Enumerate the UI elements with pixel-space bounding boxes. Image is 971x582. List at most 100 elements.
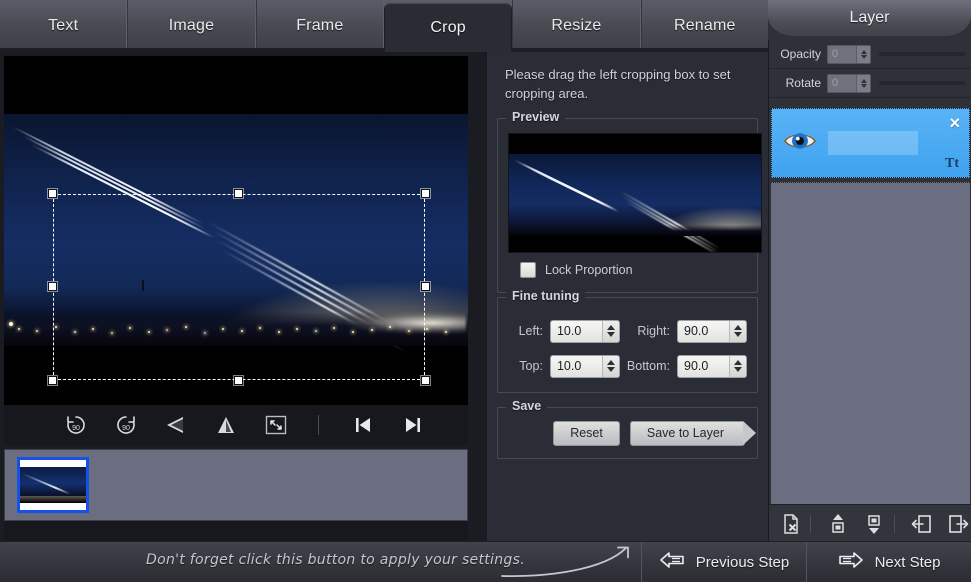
image-editor-window: Text Image Frame Crop Resize Rename Laye… bbox=[0, 0, 971, 582]
rotate-spinner-arrows[interactable] bbox=[856, 75, 870, 92]
preview-group: Preview Lock Proportion bbox=[497, 118, 758, 293]
previous-step-label: Previous Step bbox=[696, 554, 789, 571]
annotation-note: Don't forget click this button to apply … bbox=[146, 552, 525, 568]
opacity-spinner[interactable]: 0 bbox=[827, 45, 871, 64]
fine-tuning-legend: Fine tuning bbox=[506, 289, 585, 303]
next-step-label: Next Step bbox=[875, 554, 941, 571]
crop-handle-middle-right[interactable] bbox=[421, 282, 430, 291]
import-layer-icon[interactable] bbox=[908, 511, 936, 537]
tab-crop[interactable]: Crop bbox=[384, 3, 512, 52]
tab-image[interactable]: Image bbox=[127, 0, 255, 52]
main-tab-bar: Text Image Frame Crop Resize Rename bbox=[0, 0, 768, 52]
left-label: Left: bbox=[508, 324, 550, 338]
annotation-arrow-icon bbox=[500, 544, 640, 582]
top-value[interactable]: 10.0 bbox=[551, 356, 602, 377]
save-group: Save Reset Save to Layer bbox=[497, 407, 758, 459]
image-tools-toolbar: 90 90 bbox=[4, 405, 468, 445]
delete-layer-icon[interactable] bbox=[777, 511, 805, 537]
bottom-spinner-arrows[interactable] bbox=[729, 356, 746, 377]
next-image-icon[interactable] bbox=[393, 408, 433, 442]
save-buttons-row: Reset Save to Layer bbox=[508, 421, 747, 446]
lock-proportion-row[interactable]: Lock Proportion bbox=[520, 262, 747, 278]
top-spinner[interactable]: 10.0 bbox=[550, 355, 620, 378]
crop-hint-text: Please drag the left cropping box to set… bbox=[487, 52, 768, 114]
layer-panel-header: Layer bbox=[768, 0, 971, 36]
export-layer-icon[interactable] bbox=[944, 511, 971, 537]
left-value[interactable]: 10.0 bbox=[551, 321, 602, 342]
reset-button[interactable]: Reset bbox=[553, 421, 620, 446]
next-step-button[interactable]: Next Step bbox=[806, 542, 971, 582]
layer-list-item[interactable]: × Tt bbox=[771, 108, 970, 178]
opacity-label: Opacity bbox=[773, 47, 827, 61]
flip-vertical-icon[interactable] bbox=[206, 408, 246, 442]
tab-resize[interactable]: Resize bbox=[512, 0, 640, 52]
layer-list: × Tt bbox=[769, 104, 971, 504]
fine-tuning-row-horizontal: Left: 10.0 Right: 90.0 bbox=[508, 320, 747, 343]
arrow-right-icon bbox=[838, 551, 864, 573]
tab-frame[interactable]: Frame bbox=[256, 0, 384, 52]
crop-handle-top-center[interactable] bbox=[234, 189, 243, 198]
previous-step-button[interactable]: Previous Step bbox=[641, 542, 806, 582]
left-spinner-arrows[interactable] bbox=[602, 321, 619, 342]
tab-label: Resize bbox=[551, 17, 601, 35]
right-spinner-arrows[interactable] bbox=[729, 321, 746, 342]
crop-handle-top-left[interactable] bbox=[48, 189, 57, 198]
top-label: Top: bbox=[508, 359, 550, 373]
layer-list-empty-area[interactable] bbox=[771, 182, 970, 504]
tab-label: Frame bbox=[296, 17, 343, 35]
layer-name-field[interactable] bbox=[828, 131, 918, 155]
crop-handle-top-right[interactable] bbox=[421, 189, 430, 198]
annotation-area: Don't forget click this button to apply … bbox=[0, 542, 641, 582]
crop-handle-middle-left[interactable] bbox=[48, 282, 57, 291]
thumbnail-image bbox=[20, 467, 86, 503]
thumbnail-item-selected[interactable] bbox=[17, 457, 89, 513]
preview-group-legend: Preview bbox=[506, 110, 565, 124]
left-spinner[interactable]: 10.0 bbox=[550, 320, 620, 343]
bottom-spinner[interactable]: 90.0 bbox=[677, 355, 747, 378]
tab-rename[interactable]: Rename bbox=[641, 0, 768, 52]
tab-text[interactable]: Text bbox=[0, 0, 127, 52]
crop-handle-bottom-right[interactable] bbox=[421, 376, 430, 385]
lock-proportion-checkbox[interactable] bbox=[520, 262, 536, 278]
image-canvas[interactable] bbox=[4, 56, 468, 405]
right-value[interactable]: 90.0 bbox=[678, 321, 729, 342]
layer-toolbar bbox=[769, 504, 971, 542]
lock-proportion-label: Lock Proportion bbox=[545, 263, 633, 277]
arrow-left-icon bbox=[659, 551, 685, 573]
crop-settings-panel: Please drag the left cropping box to set… bbox=[486, 52, 768, 541]
previous-image-icon[interactable] bbox=[343, 408, 383, 442]
save-to-layer-button[interactable]: Save to Layer bbox=[630, 421, 745, 446]
text-layer-icon[interactable]: Tt bbox=[945, 156, 959, 172]
close-icon[interactable]: × bbox=[949, 114, 960, 132]
rotate-slider[interactable] bbox=[879, 81, 965, 85]
right-spinner[interactable]: 90.0 bbox=[677, 320, 747, 343]
eye-icon[interactable] bbox=[782, 128, 818, 159]
fine-tuning-group: Fine tuning Left: 10.0 Right: 90.0 Top: … bbox=[497, 297, 758, 393]
move-layer-down-icon[interactable] bbox=[860, 511, 888, 537]
opacity-spinner-arrows[interactable] bbox=[856, 46, 870, 63]
tab-label: Rename bbox=[674, 17, 736, 35]
bottom-navigation-bar: Don't forget click this button to apply … bbox=[0, 541, 971, 582]
top-spinner-arrows[interactable] bbox=[602, 356, 619, 377]
rotate-label: Rotate bbox=[773, 76, 827, 90]
opacity-slider[interactable] bbox=[879, 52, 965, 56]
rotate-value[interactable]: 0 bbox=[828, 75, 856, 92]
rotate-spinner[interactable]: 0 bbox=[827, 74, 871, 93]
thumbnail-strip[interactable] bbox=[4, 449, 468, 521]
layer-panel: Opacity 0 Rotate 0 bbox=[768, 40, 971, 542]
bottom-value[interactable]: 90.0 bbox=[678, 356, 729, 377]
rotate-right-90-icon[interactable]: 90 bbox=[106, 408, 146, 442]
flip-horizontal-icon[interactable] bbox=[156, 408, 196, 442]
svg-text:90: 90 bbox=[122, 425, 130, 432]
move-layer-up-icon[interactable] bbox=[824, 511, 852, 537]
opacity-value[interactable]: 0 bbox=[828, 46, 856, 63]
crop-selection-box[interactable] bbox=[53, 194, 425, 380]
crop-preview-image bbox=[508, 133, 762, 253]
rotate-left-90-icon[interactable]: 90 bbox=[56, 408, 96, 442]
strip-underlay bbox=[4, 521, 468, 541]
crop-handle-bottom-center[interactable] bbox=[234, 376, 243, 385]
right-label: Right: bbox=[620, 324, 677, 338]
fit-to-screen-icon[interactable] bbox=[256, 408, 296, 442]
crop-handle-bottom-left[interactable] bbox=[48, 376, 57, 385]
tab-label: Image bbox=[169, 17, 214, 35]
